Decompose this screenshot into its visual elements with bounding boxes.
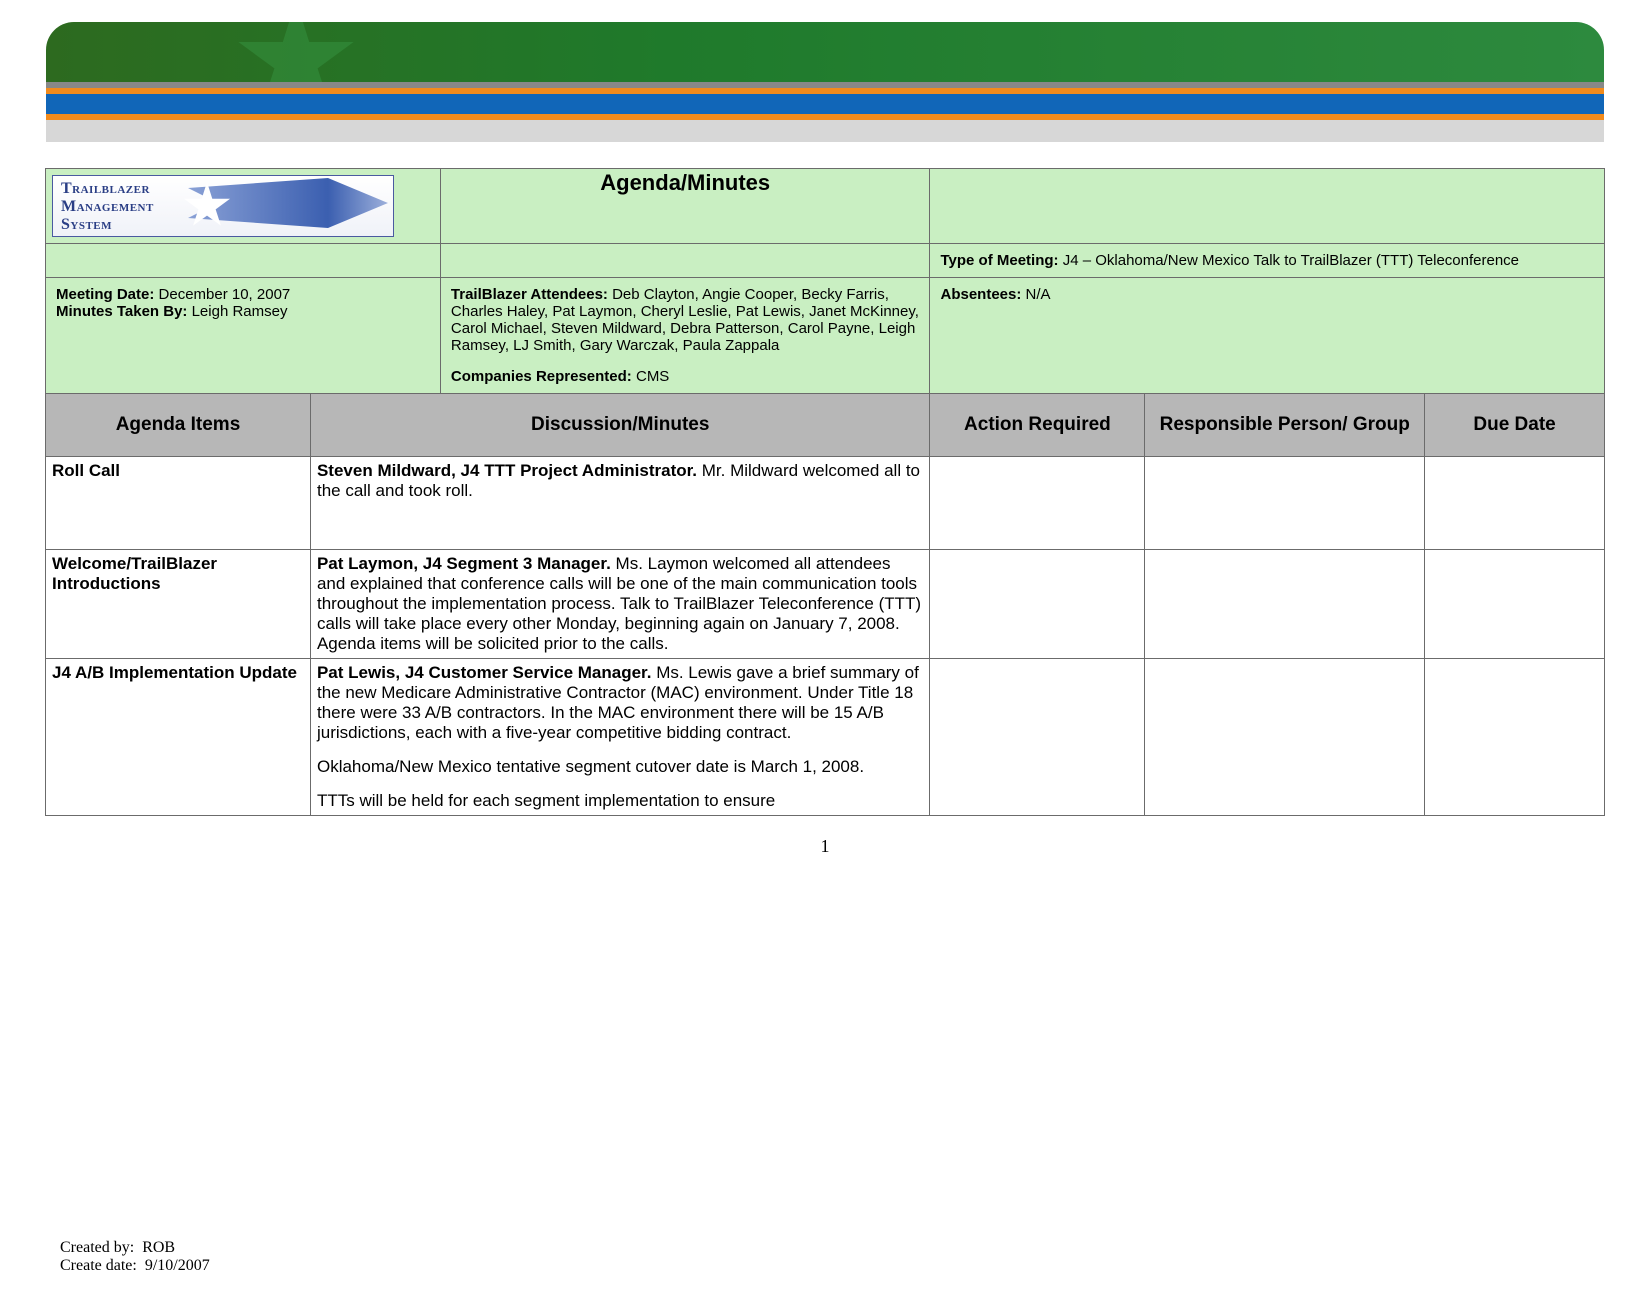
minutes-table: Trailblazer Management System Agenda/Min… [45, 168, 1605, 816]
discussion-text: Oklahoma/New Mexico tentative segment cu… [317, 757, 864, 776]
create-date-label: Create date: [60, 1257, 137, 1274]
companies-value: CMS [636, 368, 669, 385]
discussion-paragraph: Steven Mildward, J4 TTT Project Administ… [317, 461, 924, 501]
page-number: 1 [0, 836, 1650, 857]
attendees-label: TrailBlazer Attendees: [451, 286, 608, 303]
discussion-cell: Steven Mildward, J4 TTT Project Administ… [310, 457, 930, 550]
footer: Created by: ROB Create date: 9/10/2007 [60, 1239, 210, 1275]
logo-cell: Trailblazer Management System [46, 169, 441, 244]
type-of-meeting-label: Type of Meeting: [940, 252, 1058, 269]
minutes-taken-by-label: Minutes Taken By: [56, 303, 187, 320]
attendees-cell: TrailBlazer Attendees: Deb Clayton, Angi… [440, 278, 930, 394]
agenda-item: Welcome/TrailBlazer Introductions [46, 550, 311, 659]
meeting-date-label: Meeting Date: [56, 286, 154, 303]
discussion-cell: Pat Lewis, J4 Customer Service Manager. … [310, 659, 930, 816]
discussion-lead: Pat Laymon, J4 Segment 3 Manager. [317, 554, 611, 573]
absentees-cell: Absentees: N/A [930, 278, 1605, 394]
document-page: { "logo": {"line1":"Trailblazer","line2"… [0, 22, 1650, 1297]
empty-cell [440, 244, 930, 278]
due-date-cell [1425, 659, 1605, 816]
col-agenda-items: Agenda Items [46, 394, 311, 457]
top-banner [46, 22, 1604, 82]
trailblazer-logo: Trailblazer Management System [52, 175, 394, 237]
logo-line: Management [61, 198, 154, 215]
table-row: J4 A/B Implementation UpdatePat Lewis, J… [46, 659, 1605, 816]
action-required-cell [930, 457, 1145, 550]
created-by-value: ROB [142, 1239, 175, 1256]
due-date-cell [1425, 457, 1605, 550]
discussion-paragraph: TTTs will be held for each segment imple… [317, 791, 924, 811]
discussion-paragraph: Pat Lewis, J4 Customer Service Manager. … [317, 663, 924, 743]
table-row: Roll Call Steven Mildward, J4 TTT Project… [46, 457, 1605, 550]
agenda-item: J4 A/B Implementation Update [46, 659, 311, 816]
col-due-date: Due Date [1425, 394, 1605, 457]
minutes-taken-by-value: Leigh Ramsey [192, 303, 288, 320]
discussion-cell: Pat Laymon, J4 Segment 3 Manager. Ms. La… [310, 550, 930, 659]
meeting-date-cell: Meeting Date: December 10, 2007 Minutes … [46, 278, 441, 394]
discussion-paragraph: Pat Laymon, J4 Segment 3 Manager. Ms. La… [317, 554, 924, 654]
banner-star-icon [236, 22, 356, 82]
responsible-cell [1145, 457, 1425, 550]
meeting-type-cell: Type of Meeting: J4 – Oklahoma/New Mexic… [930, 244, 1605, 278]
agenda-item: Roll Call [46, 457, 311, 550]
responsible-cell [1145, 659, 1425, 816]
due-date-cell [1425, 550, 1605, 659]
col-responsible: Responsible Person/ Group [1145, 394, 1425, 457]
absentees-label: Absentees: [940, 286, 1021, 303]
created-by-label: Created by: [60, 1239, 134, 1256]
responsible-cell [1145, 550, 1425, 659]
discussion-text: TTTs will be held for each segment imple… [317, 791, 775, 810]
discussion-lead: Pat Lewis, J4 Customer Service Manager. [317, 663, 651, 682]
banner-stripe [46, 120, 1604, 142]
logo-line: System [61, 216, 112, 233]
absentees-value: N/A [1026, 286, 1051, 303]
type-of-meeting-value: J4 – Oklahoma/New Mexico Talk to TrailBl… [1063, 252, 1519, 269]
action-required-cell [930, 550, 1145, 659]
discussion-paragraph: Oklahoma/New Mexico tentative segment cu… [317, 757, 924, 777]
logo-text: Trailblazer Management System [61, 180, 154, 234]
col-discussion: Discussion/Minutes [310, 394, 930, 457]
discussion-lead: Steven Mildward, J4 TTT Project Administ… [317, 461, 697, 480]
document-title: Agenda/Minutes [440, 169, 930, 244]
col-action-required: Action Required [930, 394, 1145, 457]
companies-label: Companies Represented: [451, 368, 632, 385]
table-row: Welcome/TrailBlazer IntroductionsPat Lay… [46, 550, 1605, 659]
meeting-date-value: December 10, 2007 [159, 286, 291, 303]
empty-cell [46, 244, 441, 278]
logo-line: Trailblazer [61, 180, 150, 197]
empty-cell [930, 169, 1605, 244]
action-required-cell [930, 659, 1145, 816]
create-date-value: 9/10/2007 [145, 1257, 210, 1274]
banner-stripe [46, 94, 1604, 114]
